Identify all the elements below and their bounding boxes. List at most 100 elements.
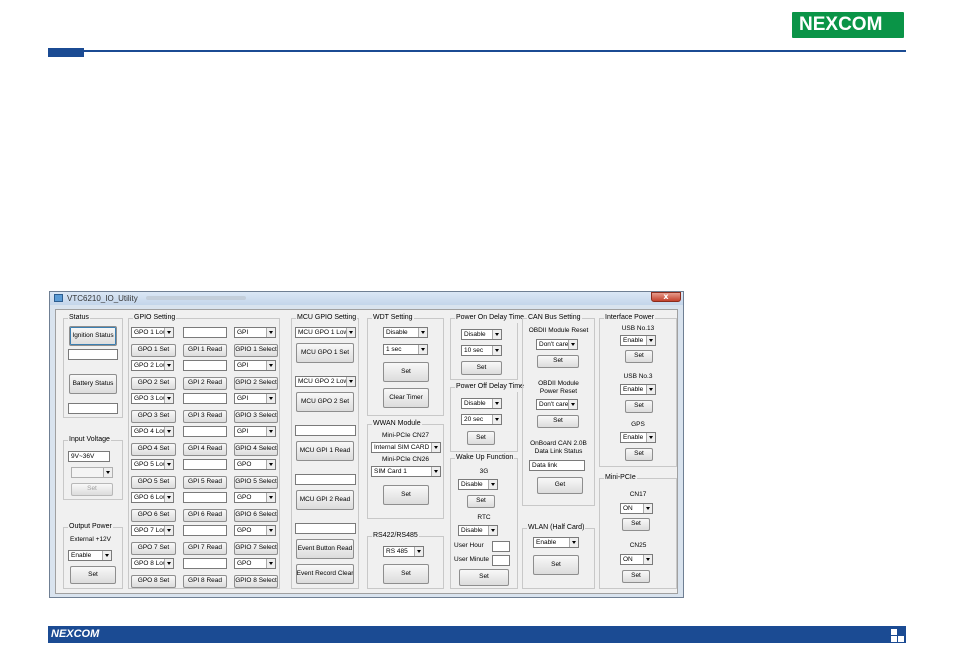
obdii-power-set-button[interactable]: Set xyxy=(537,415,579,428)
cn17-set-button[interactable]: Set xyxy=(622,518,650,531)
gpi-value-field[interactable] xyxy=(183,327,227,338)
wdt-clear-timer-button[interactable]: Clear Timer xyxy=(383,388,429,408)
gpo-select[interactable]: GPO 5 Low xyxy=(131,459,174,470)
gpo-set-button[interactable]: GPO 5 Set xyxy=(131,476,176,489)
gpo-set-button[interactable]: GPO 8 Set xyxy=(131,575,176,588)
gpi-read-button[interactable]: GPI 2 Read xyxy=(183,377,227,390)
output-power-set-button[interactable]: Set xyxy=(70,566,116,584)
gpo-set-button[interactable]: GPO 2 Set xyxy=(131,377,176,390)
cn25-set-button[interactable]: Set xyxy=(622,570,650,583)
wdt-set-button[interactable]: Set xyxy=(383,362,429,382)
obdii-power-select[interactable]: Don't care xyxy=(536,399,578,410)
gpio-direction-select[interactable]: GPI xyxy=(234,360,276,371)
can-status-field[interactable]: Data link xyxy=(529,460,585,471)
gpi-value-field[interactable] xyxy=(183,492,227,503)
wake-up-set-button[interactable]: Set xyxy=(459,569,509,586)
gpi-value-field[interactable] xyxy=(183,525,227,536)
gpio-direction-select[interactable]: GPI xyxy=(234,426,276,437)
gpo-set-button[interactable]: GPO 6 Set xyxy=(131,509,176,522)
gpo-select[interactable]: GPO 8 Low xyxy=(131,558,174,569)
close-button[interactable]: x xyxy=(651,292,681,302)
gpio-direction-select[interactable]: GPO xyxy=(234,492,276,503)
gpio-select-button[interactable]: GPIO 3 Select xyxy=(234,410,278,423)
rs422-set-button[interactable]: Set xyxy=(383,564,429,584)
cn25-select[interactable]: ON xyxy=(620,554,653,565)
gpio-select-button[interactable]: GPIO 2 Select xyxy=(234,377,278,390)
usb3-select[interactable]: Enable xyxy=(620,384,656,395)
gpo-set-button[interactable]: GPO 1 Set xyxy=(131,344,176,357)
event-button-read[interactable]: Event Button Read xyxy=(296,539,354,559)
ignition-status-field[interactable] xyxy=(68,349,118,360)
gpi-value-field[interactable] xyxy=(183,558,227,569)
wake-3g-set-button[interactable]: Set xyxy=(467,495,495,508)
gpo-set-button[interactable]: GPO 3 Set xyxy=(131,410,176,423)
cn26-select[interactable]: SIM Card 1 xyxy=(371,466,441,477)
wdt-time-select[interactable]: 1 sec xyxy=(383,344,428,355)
battery-status-field[interactable] xyxy=(68,403,118,414)
user-minute-field[interactable] xyxy=(492,555,510,566)
obdii-reset-set-button[interactable]: Set xyxy=(537,355,579,368)
gpio-select-button[interactable]: GPIO 8 Select xyxy=(234,575,278,588)
battery-status-button[interactable]: Battery Status xyxy=(69,374,117,394)
gpo-set-button[interactable]: GPO 4 Set xyxy=(131,443,176,456)
gpio-direction-select[interactable]: GPO xyxy=(234,459,276,470)
usb13-set-button[interactable]: Set xyxy=(625,350,653,363)
gpo-set-button[interactable]: GPO 7 Set xyxy=(131,542,176,555)
gpo-select[interactable]: GPO 6 Low xyxy=(131,492,174,503)
event-record-clear-button[interactable]: Event Record Clear xyxy=(296,564,354,584)
mcu-gpo1-select[interactable]: MCU GPO 1 Low xyxy=(295,327,356,338)
gpio-select-button[interactable]: GPIO 6 Select xyxy=(234,509,278,522)
gpo-select[interactable]: GPO 2 Low xyxy=(131,360,174,371)
gpi-read-button[interactable]: GPI 6 Read xyxy=(183,509,227,522)
output-power-select[interactable]: Enable xyxy=(68,550,112,561)
wwan-set-button[interactable]: Set xyxy=(383,485,429,505)
usb13-select[interactable]: Enable xyxy=(620,335,656,346)
can-get-button[interactable]: Get xyxy=(537,477,583,494)
gpi-read-button[interactable]: GPI 4 Read xyxy=(183,443,227,456)
gpi-read-button[interactable]: GPI 5 Read xyxy=(183,476,227,489)
gps-select[interactable]: Enable xyxy=(620,432,656,443)
wake-3g-select[interactable]: Disable xyxy=(458,479,498,490)
gpio-direction-select[interactable]: GPI xyxy=(234,393,276,404)
power-off-time-select[interactable]: 20 sec xyxy=(461,414,502,425)
gps-set-button[interactable]: Set xyxy=(625,448,653,461)
mcu-gpo2-set-button[interactable]: MCU GPO 2 Set xyxy=(296,392,354,412)
gpio-direction-select[interactable]: GPO xyxy=(234,525,276,536)
ignition-status-button[interactable]: Ignition Status xyxy=(69,326,117,346)
gpi-read-button[interactable]: GPI 1 Read xyxy=(183,344,227,357)
gpio-select-button[interactable]: GPIO 1 Select xyxy=(234,344,278,357)
gpio-direction-select[interactable]: GPO xyxy=(234,558,276,569)
wlan-set-button[interactable]: Set xyxy=(533,555,579,575)
gpi-read-button[interactable]: GPI 3 Read xyxy=(183,410,227,423)
gpo-select[interactable]: GPO 7 Low xyxy=(131,525,174,536)
gpio-select-button[interactable]: GPIO 7 Select xyxy=(234,542,278,555)
input-voltage-set-button[interactable]: Set xyxy=(71,483,113,496)
gpio-select-button[interactable]: GPIO 5 Select xyxy=(234,476,278,489)
usb3-set-button[interactable]: Set xyxy=(625,400,653,413)
gpi-value-field[interactable] xyxy=(183,459,227,470)
mcu-gpi2-read-button[interactable]: MCU GPI 2 Read xyxy=(296,490,354,510)
gpio-select-button[interactable]: GPIO 4 Select xyxy=(234,443,278,456)
cn17-select[interactable]: ON xyxy=(620,503,653,514)
power-on-mode-select[interactable]: Disable xyxy=(461,329,502,340)
mcu-gpo2-select[interactable]: MCU GPO 2 Low xyxy=(295,376,356,387)
power-off-set-button[interactable]: Set xyxy=(467,431,495,445)
wlan-select[interactable]: Enable xyxy=(533,537,579,548)
input-voltage-field[interactable]: 9V~36V xyxy=(68,451,110,462)
gpo-select[interactable]: GPO 1 Low xyxy=(131,327,174,338)
title-bar[interactable]: VTC6210_IO_Utility x xyxy=(50,292,683,305)
event-field[interactable] xyxy=(295,523,356,534)
mcu-gpo1-set-button[interactable]: MCU GPO 1 Set xyxy=(296,343,354,363)
gpo-select[interactable]: GPO 3 Low xyxy=(131,393,174,404)
gpi-value-field[interactable] xyxy=(183,360,227,371)
gpio-direction-select[interactable]: GPI xyxy=(234,327,276,338)
wake-rtc-select[interactable]: Disable xyxy=(458,525,498,536)
mcu-gpi2-field[interactable] xyxy=(295,474,356,485)
user-hour-field[interactable] xyxy=(492,541,510,552)
power-off-mode-select[interactable]: Disable xyxy=(461,398,502,409)
power-on-time-select[interactable]: 10 sec xyxy=(461,345,502,356)
gpo-select[interactable]: GPO 4 Low xyxy=(131,426,174,437)
power-on-set-button[interactable]: Set xyxy=(461,361,502,375)
gpi-value-field[interactable] xyxy=(183,426,227,437)
cn27-select[interactable]: Internal SIM CARD xyxy=(371,442,441,453)
